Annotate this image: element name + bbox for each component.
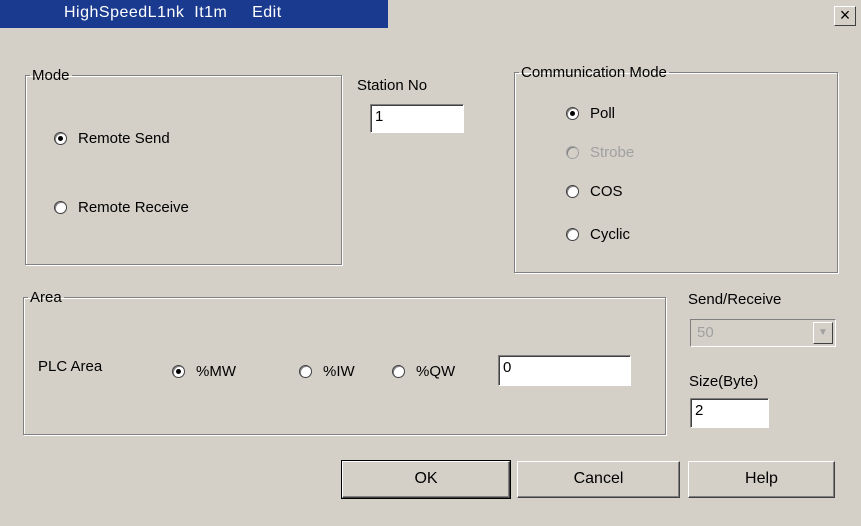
area-address-input[interactable]: 0 [498,355,631,386]
chevron-down-icon: ▼ [813,322,833,344]
mode-remote-send-radio[interactable]: Remote Send [54,130,170,147]
help-button[interactable]: Help [688,461,835,498]
comm-cyclic-radio[interactable]: Cyclic [566,226,630,243]
radio-checked-icon [566,107,579,120]
radio-disabled-icon [566,146,579,159]
mode-group: Mode [25,67,342,265]
radio-unchecked-icon [54,201,67,214]
radio-checked-icon [172,365,185,378]
area-iw-radio[interactable]: %IW [299,363,355,380]
area-legend: Area [30,289,62,306]
comm-poll-radio[interactable]: Poll [566,105,615,122]
comm-strobe-radio: Strobe [566,144,634,161]
cancel-button[interactable]: Cancel [517,461,680,498]
title-strip: HighSpeedL1nk It1m Edit [0,0,388,28]
station-no-label: Station No [357,77,428,94]
area-mw-label: %MW [196,363,236,380]
ok-button[interactable]: OK [341,460,511,499]
mode-legend: Mode [32,67,70,84]
communication-mode-legend: Communication Mode [521,64,667,81]
comm-strobe-label: Strobe [590,144,635,161]
radio-unchecked-icon [566,228,579,241]
send-receive-select: 50 ▼ [690,319,836,347]
communication-mode-group: Communication Mode [514,64,838,273]
area-qw-radio[interactable]: %QW [392,363,455,380]
radio-unchecked-icon [392,365,405,378]
window-title: HighSpeedL1nk It1m Edit [64,4,282,21]
comm-cyclic-label: Cyclic [590,226,630,243]
radio-unchecked-icon [299,365,312,378]
station-no-input[interactable]: 1 [370,104,464,133]
mode-remote-receive-label: Remote Receive [78,199,189,216]
size-byte-label: Size(Byte) [689,373,759,390]
title-bar: HighSpeedL1nk It1m Edit × [0,0,861,28]
mode-remote-receive-radio[interactable]: Remote Receive [54,199,189,216]
radio-unchecked-icon [566,185,579,198]
close-icon[interactable]: × [834,6,856,26]
area-mw-radio[interactable]: %MW [172,363,236,380]
area-iw-label: %IW [323,363,355,380]
plc-area-label: PLC Area [38,358,103,375]
mode-remote-send-label: Remote Send [78,130,170,147]
comm-cos-label: COS [590,183,623,200]
radio-checked-icon [54,132,67,145]
size-byte-input[interactable]: 2 [690,398,769,428]
area-qw-label: %QW [416,363,456,380]
send-receive-label: Send/Receive [688,291,782,308]
send-receive-value: 50 [697,324,714,341]
comm-cos-radio[interactable]: COS [566,183,623,200]
comm-poll-label: Poll [590,105,616,122]
